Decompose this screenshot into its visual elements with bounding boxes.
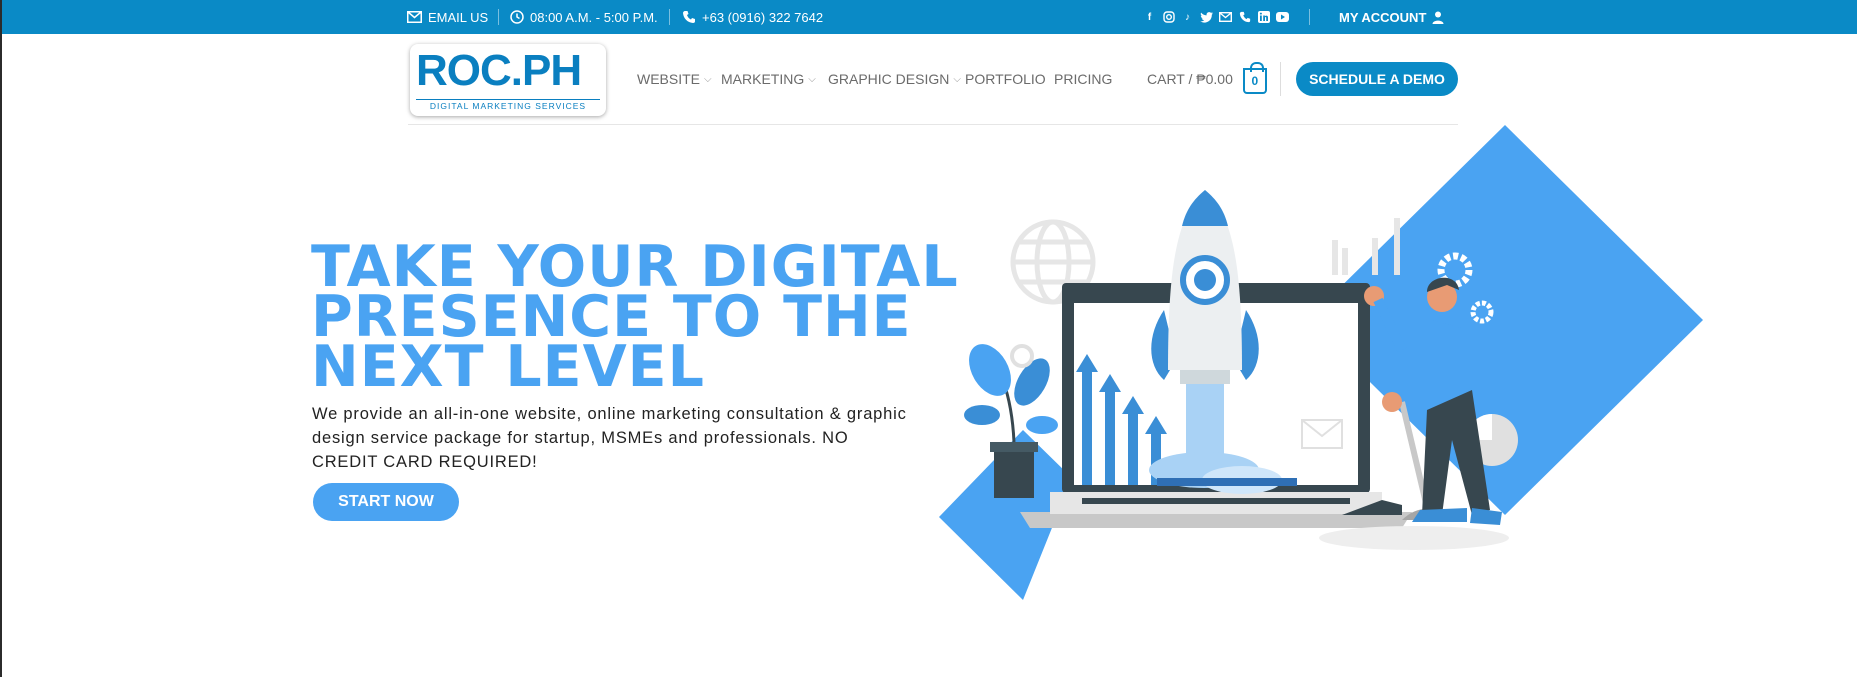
linkedin-icon[interactable] xyxy=(1257,11,1270,24)
schedule-demo-button[interactable]: SCHEDULE A DEMO xyxy=(1296,62,1458,96)
my-account-link[interactable]: MY ACCOUNT xyxy=(1339,0,1444,34)
email-us-link[interactable]: EMAIL US xyxy=(407,0,488,34)
phone-icon xyxy=(682,10,696,24)
instagram-icon[interactable] xyxy=(1162,11,1175,24)
nav-portfolio-label: PORTFOLIO xyxy=(965,71,1046,87)
nav-graphic-design-label: GRAPHIC DESIGN xyxy=(828,71,950,87)
my-account-label: MY ACCOUNT xyxy=(1339,9,1427,25)
facebook-icon[interactable]: f xyxy=(1143,11,1156,24)
nav-portfolio[interactable]: PORTFOLIO xyxy=(965,34,1046,124)
phone-icon[interactable] xyxy=(1238,11,1251,24)
nav-graphic-design[interactable]: GRAPHIC DESIGN ⌵ xyxy=(828,34,961,124)
youtube-icon[interactable] xyxy=(1276,11,1289,24)
main-header: ROC.PH DIGITAL MARKETING SERVICES WEBSIT… xyxy=(2,34,1857,124)
nav-marketing-label: MARKETING xyxy=(721,71,805,87)
twitter-icon[interactable] xyxy=(1200,11,1213,24)
nav-marketing[interactable]: MARKETING ⌵ xyxy=(721,34,816,124)
email-us-label: EMAIL US xyxy=(428,9,489,25)
nav-pricing[interactable]: PRICING xyxy=(1054,34,1112,124)
phone-number: +63 (0916) 322 7642 xyxy=(702,9,824,25)
start-now-button[interactable]: START NOW xyxy=(313,483,459,521)
site-logo[interactable]: ROC.PH DIGITAL MARKETING SERVICES xyxy=(410,44,606,116)
cart-label: CART / ₱0.00 xyxy=(1147,71,1233,87)
clock-icon xyxy=(510,10,524,24)
cart-bag-icon: 0 xyxy=(1242,62,1267,94)
envelope-icon xyxy=(407,11,422,23)
hero-description: We provide an all-in-one website, online… xyxy=(312,405,907,471)
logo-tagline: DIGITAL MARKETING SERVICES xyxy=(416,99,600,111)
phone-link[interactable]: +63 (0916) 322 7642 xyxy=(682,0,823,34)
business-hours: 08:00 A.M. - 5:00 P.M. xyxy=(510,0,658,34)
social-links: f ♪ xyxy=(1143,0,1289,34)
chevron-down-icon: ⌵ xyxy=(953,73,961,85)
hero-illustration xyxy=(932,120,1712,610)
user-icon xyxy=(1432,11,1444,24)
cart-count: 0 xyxy=(1251,74,1259,88)
nav-website-label: WEBSITE xyxy=(637,71,701,87)
chevron-down-icon: ⌵ xyxy=(808,73,816,85)
logo-text: ROC.PH xyxy=(416,46,582,95)
hours-text: 08:00 A.M. - 5:00 P.M. xyxy=(530,9,658,25)
hero-title: TAKE YOUR DIGITAL PRESENCE TO THE NEXT L… xyxy=(311,239,971,396)
top-bar: EMAIL US 08:00 A.M. - 5:00 P.M. +63 (091… xyxy=(2,0,1857,34)
cart-link[interactable]: CART / ₱0.00 0 xyxy=(1147,34,1267,124)
nav-website[interactable]: WEBSITE ⌵ xyxy=(637,34,712,124)
nav-pricing-label: PRICING xyxy=(1054,71,1113,87)
chevron-down-icon: ⌵ xyxy=(704,73,712,85)
tiktok-icon[interactable]: ♪ xyxy=(1181,11,1194,24)
header-divider xyxy=(1280,62,1281,96)
email-icon[interactable] xyxy=(1219,11,1232,24)
